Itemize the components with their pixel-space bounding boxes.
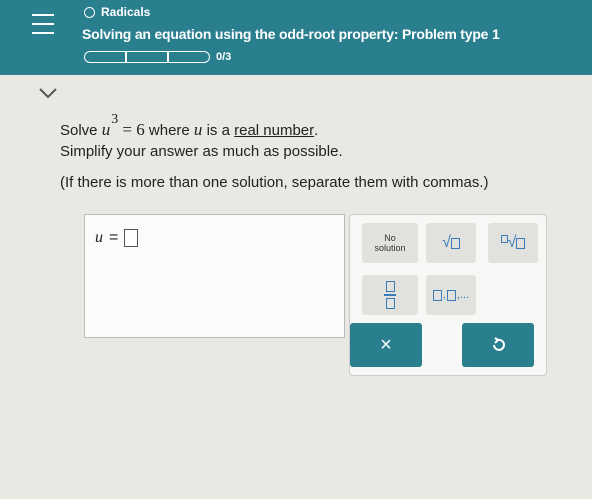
undo-icon <box>493 337 505 351</box>
square-root-button[interactable]: √ <box>426 223 476 263</box>
answer-variable: u <box>95 229 103 246</box>
answer-line: u = <box>95 229 139 247</box>
problem-title: Solving an equation using the odd-root p… <box>82 26 500 42</box>
progress-bar <box>84 51 210 63</box>
answer-input[interactable] <box>124 229 139 247</box>
solve-word: Solve <box>60 122 98 139</box>
topic-label: Radicals <box>101 5 151 19</box>
equation-rhs: = 6 <box>122 120 145 139</box>
nth-root-icon: √ <box>500 234 526 252</box>
period: . <box>314 122 319 139</box>
nth-root-button[interactable]: √ <box>488 223 538 263</box>
undo-button[interactable] <box>462 323 534 367</box>
list-icon: ,,... <box>432 289 469 301</box>
simplify-instruction: Simplify your answer as much as possible… <box>60 143 343 160</box>
square-root-icon: √ <box>442 234 460 252</box>
problem-statement: Solve u 3 = 6 where u is a real number. <box>60 112 319 140</box>
collapse-chevron-icon[interactable] <box>38 86 58 100</box>
answer-equals: = <box>109 229 119 246</box>
no-solution-button[interactable]: No solution <box>362 223 418 263</box>
answer-box: u = <box>84 214 345 338</box>
where-text: where <box>148 122 190 139</box>
hint-instruction: (If there is more than one solution, sep… <box>60 174 489 191</box>
clear-button[interactable]: × <box>350 323 422 367</box>
list-button[interactable]: ,,... <box>426 275 476 315</box>
math-keypad: No solution √ √ ,,... × <box>349 214 547 376</box>
no-solution-label-2: solution <box>374 243 406 253</box>
progress: 0/3 <box>84 51 231 63</box>
fraction-button[interactable] <box>362 275 418 315</box>
topic-circle-icon <box>84 6 95 18</box>
menu-icon[interactable] <box>32 14 60 36</box>
where-variable: u <box>193 120 203 139</box>
fraction-icon <box>384 281 396 309</box>
topic-row: Radicals <box>84 5 150 19</box>
equation-variable: u <box>101 120 111 139</box>
progress-text: 0/3 <box>216 51 232 63</box>
top-bar: Radicals Solving an equation using the o… <box>0 0 592 75</box>
real-number-link[interactable]: real number <box>234 122 314 139</box>
equation-exponent: 3 <box>111 112 119 127</box>
no-solution-label-1: No <box>384 233 396 243</box>
is-a-text: is a <box>206 122 230 139</box>
